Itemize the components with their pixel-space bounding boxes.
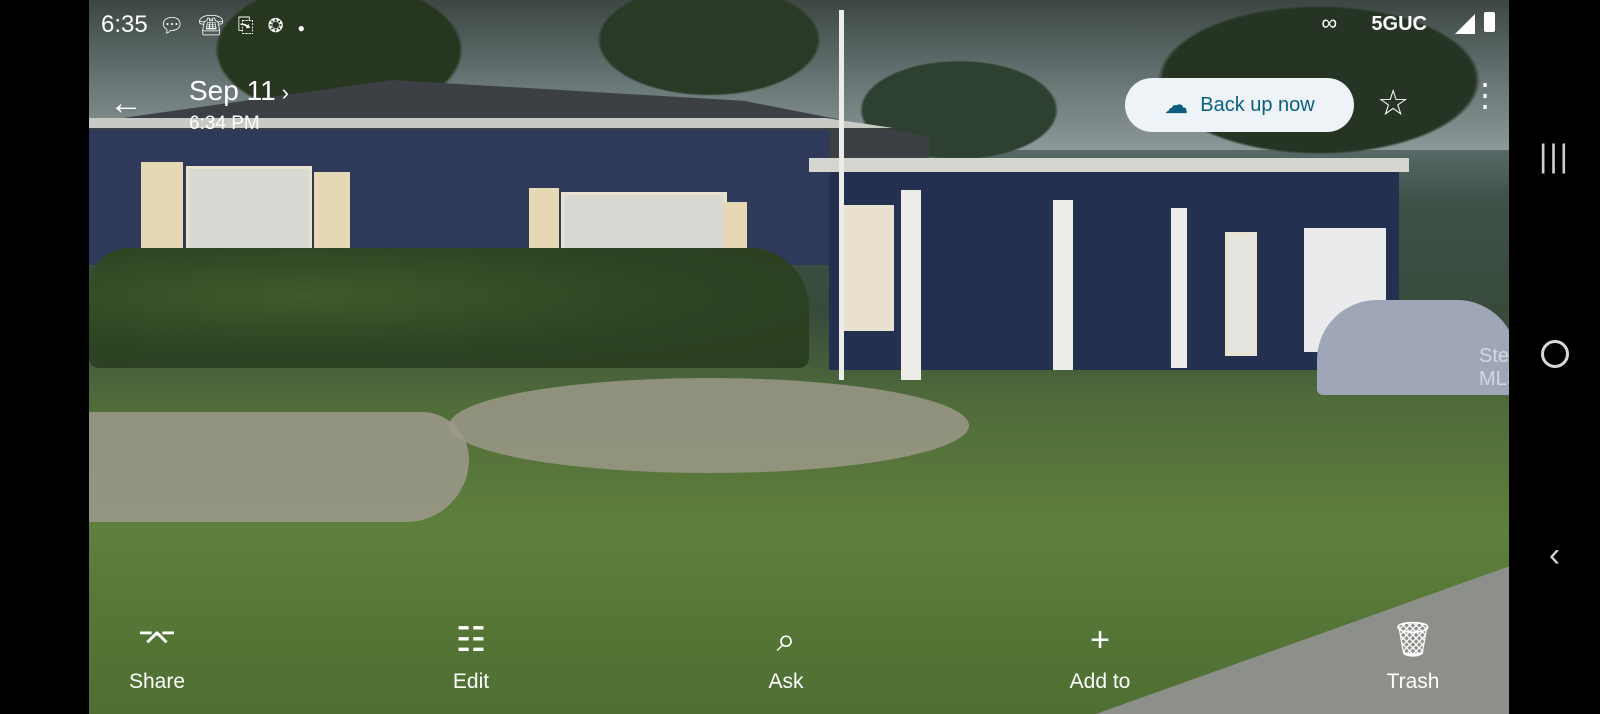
signal-icon xyxy=(1455,14,1475,34)
status-time: 6:35 xyxy=(101,11,148,38)
star-icon[interactable]: ☆ xyxy=(1377,85,1409,121)
edit-button[interactable]: ☷ Edit xyxy=(411,622,531,694)
ask-button[interactable]: ⌕ Ask xyxy=(726,622,846,694)
recents-icon[interactable]: ||| xyxy=(1509,138,1600,175)
add-to-button[interactable]: + Add to xyxy=(1040,622,1160,694)
chevron-right-icon: › xyxy=(281,80,289,105)
add-to-label: Add to xyxy=(1069,670,1131,693)
notification-icons: 💬︎☎︎⎘❂● xyxy=(159,13,319,38)
more-options-icon[interactable]: ⋮ xyxy=(1469,79,1501,111)
photo-info[interactable]: Sep 11 › 6:34 PM xyxy=(189,75,289,135)
system-navigation-bar: ||| ‹ xyxy=(1509,0,1600,714)
chat-icon: 💬︎ xyxy=(159,15,199,37)
ask-label: Ask xyxy=(768,670,804,693)
share-button[interactable]: ⌤ Share xyxy=(97,622,217,694)
dot-icon: ● xyxy=(297,21,319,35)
phone-icon: ☎︎ xyxy=(198,15,238,37)
photo-date[interactable]: Sep 11 › xyxy=(189,75,289,107)
edit-label: Edit xyxy=(452,670,490,693)
watermark: Stellar MLS xyxy=(1479,345,1509,390)
home-icon[interactable] xyxy=(1509,340,1600,368)
share-label: Share xyxy=(128,670,186,693)
photo-time: 6:34 PM xyxy=(189,113,260,134)
trash-label: Trash xyxy=(1386,670,1440,693)
back-up-now-button[interactable]: ☁ Back up now xyxy=(1125,78,1354,132)
photo-viewer: 6:35 💬︎☎︎⎘❂● ∞ 5GUC ← Sep 11 › 6:34 PM ☁ … xyxy=(89,0,1509,714)
trash-icon: 🗑︎ xyxy=(1391,621,1435,659)
photo-date-label: Sep 11 xyxy=(189,75,276,106)
network-type: 5GUC xyxy=(1371,13,1427,35)
search-sparkle-icon: ⌕ xyxy=(776,621,796,659)
status-bar: 6:35 💬︎☎︎⎘❂● ∞ 5GUC xyxy=(89,0,1509,50)
back-up-now-label: Back up now xyxy=(1200,93,1315,116)
battery-icon xyxy=(1484,12,1495,32)
clipboard-icon: ⎘ xyxy=(237,15,268,37)
link-icon: ∞ xyxy=(1321,10,1337,35)
share-icon: ⌤ xyxy=(137,621,177,659)
back-arrow-icon[interactable]: ← xyxy=(109,86,143,120)
tag-icon: ❂ xyxy=(267,15,298,37)
trash-button[interactable]: 🗑︎ Trash xyxy=(1353,622,1473,694)
edit-sliders-icon: ☷ xyxy=(455,621,487,659)
plus-icon: + xyxy=(1090,621,1110,659)
cloud-upload-icon: ☁ xyxy=(1164,91,1189,119)
nav-back-icon[interactable]: ‹ xyxy=(1509,536,1600,575)
